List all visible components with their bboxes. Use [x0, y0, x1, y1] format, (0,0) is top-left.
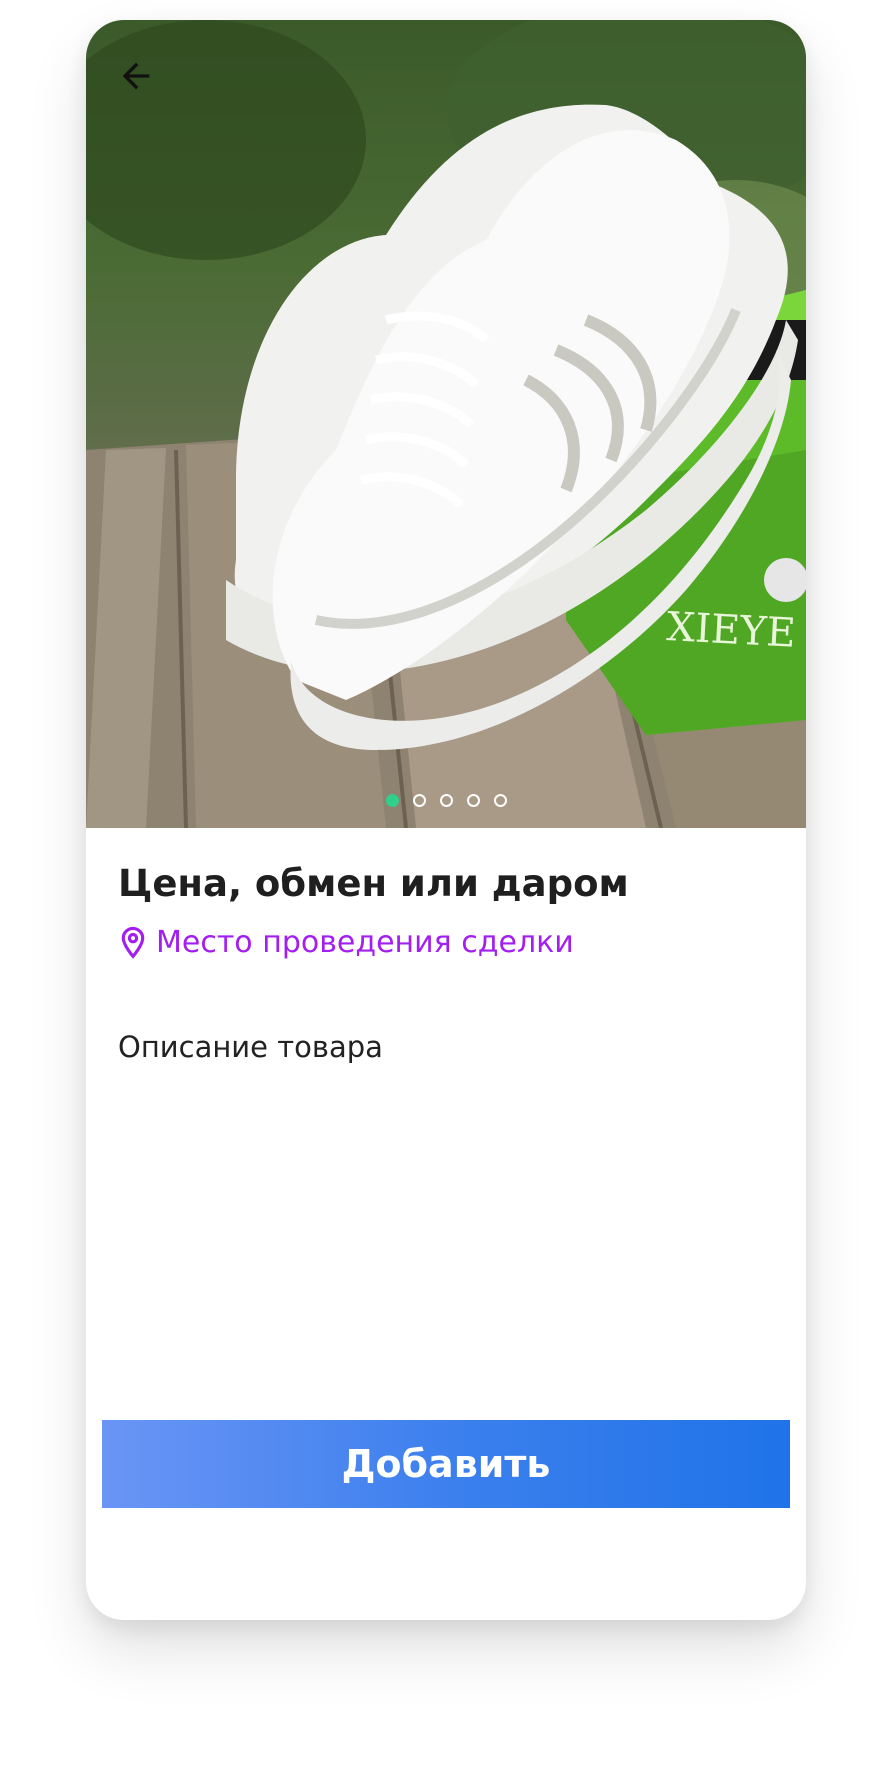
product-title: Цена, обмен или даром: [118, 862, 629, 905]
svg-text:XIEYE: XIEYE: [665, 604, 796, 657]
photo-pagination: [86, 794, 806, 807]
product-card: XIEYE Цена, обмен или даром Место провед…: [86, 20, 806, 1620]
product-description: Описание товара: [118, 1030, 383, 1064]
product-photo[interactable]: XIEYE: [86, 20, 806, 828]
pagination-dot-1[interactable]: [385, 794, 399, 807]
add-button[interactable]: Добавить: [102, 1420, 790, 1508]
sneaker-illustration: XIEYE: [86, 20, 806, 828]
back-button[interactable]: [116, 56, 166, 106]
map-pin-icon: [121, 926, 145, 959]
pagination-dot-5[interactable]: [493, 794, 507, 807]
deal-location-label: Место проведения сделки: [156, 925, 574, 960]
pagination-dot-3[interactable]: [439, 794, 453, 807]
arrow-left-icon: [122, 62, 150, 90]
pagination-dot-4[interactable]: [466, 794, 480, 807]
pagination-dot-2[interactable]: [412, 794, 426, 807]
deal-location-link[interactable]: Место проведения сделки: [118, 925, 574, 960]
